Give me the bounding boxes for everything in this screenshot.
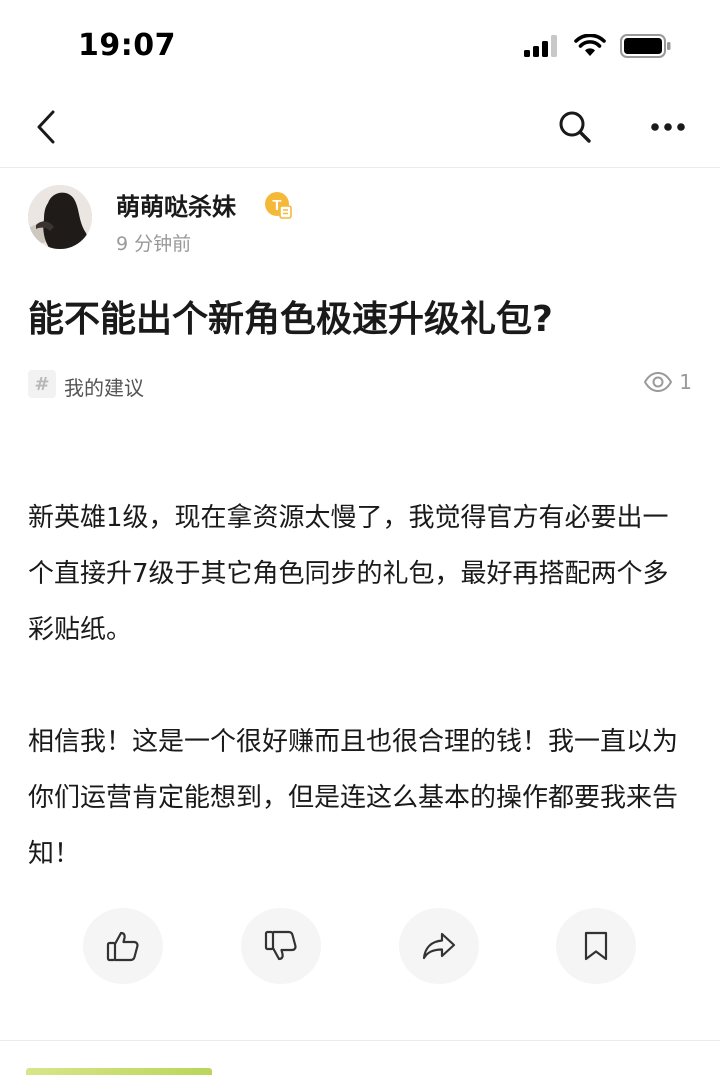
battery-icon	[620, 34, 671, 58]
section-divider	[0, 1040, 720, 1041]
post-time: 9 分钟前	[116, 233, 192, 255]
signal-icon	[524, 35, 557, 57]
bookmark-icon	[584, 931, 608, 961]
next-card-thumbnail[interactable]	[26, 1068, 212, 1075]
view-count-value: 1	[679, 370, 692, 394]
nav-bar	[0, 90, 720, 168]
author-name[interactable]: 萌萌哒杀妹	[116, 187, 236, 222]
bookmark-button[interactable]	[556, 908, 636, 984]
search-icon	[559, 111, 591, 143]
status-time: 19:07	[78, 28, 176, 63]
avatar-image	[28, 185, 92, 249]
thumbs-down-icon	[264, 930, 297, 961]
level-badge-icon: T	[265, 192, 292, 219]
wifi-icon	[574, 34, 606, 56]
status-icons	[524, 34, 672, 58]
search-button[interactable]	[554, 106, 596, 148]
avatar[interactable]	[28, 185, 92, 249]
post-paragraph: 新英雄1级，现在拿资源太慢了，我觉得官方有必要出一个直接升7级于其它角色同步的礼…	[28, 503, 669, 645]
author-block: 萌萌哒杀妹 T 9 分钟前	[28, 185, 688, 255]
more-button[interactable]	[646, 106, 690, 148]
post-title: 能不能出个新角色极速升级礼包?	[28, 299, 553, 340]
chevron-left-icon	[37, 110, 55, 144]
view-count: 1	[643, 370, 692, 394]
dislike-button[interactable]	[241, 908, 321, 984]
like-button[interactable]	[83, 908, 163, 984]
thumbs-up-icon	[106, 931, 139, 962]
eye-icon	[644, 372, 673, 392]
topic-row: # 我的建议 1	[28, 368, 692, 402]
topic-tag[interactable]: 我的建议	[64, 372, 144, 401]
more-dots-icon	[651, 123, 685, 131]
back-button[interactable]	[26, 106, 66, 148]
share-button[interactable]	[399, 908, 479, 984]
action-bar	[0, 908, 720, 986]
share-icon	[422, 932, 456, 960]
post-paragraph: 相信我！这是一个很好赚而且也很合理的钱！我一直以为你们运营肯定能想到，但是连这么…	[28, 727, 679, 869]
status-bar: 19:07	[0, 0, 720, 90]
post-body: 新英雄1级，现在拿资源太慢了，我觉得官方有必要出一个直接升7级于其它角色同步的礼…	[28, 490, 692, 882]
hashtag-icon: #	[28, 370, 56, 398]
